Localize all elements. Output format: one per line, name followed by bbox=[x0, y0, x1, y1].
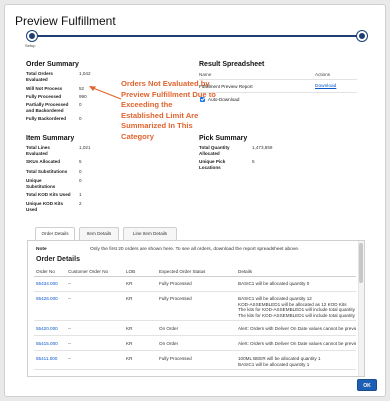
expected-status: Fully Processed bbox=[159, 356, 192, 361]
table-row: 55415.000 -- KR On Order Alert: Orders w… bbox=[34, 337, 356, 351]
col-lob[interactable]: LOB bbox=[126, 269, 135, 274]
dialog-title: Preview Fulfillment bbox=[15, 14, 116, 28]
order-details-heading: Order Details bbox=[36, 256, 80, 263]
details-text: BASIC1 will be allocated quantity 12 KOD… bbox=[238, 296, 355, 318]
order-details-panel: Note Only the first 20 orders are shown … bbox=[27, 240, 365, 377]
order-no-link[interactable]: 55426.000 bbox=[36, 296, 58, 302]
step-setup-label: Setup bbox=[25, 43, 36, 48]
ok-button[interactable]: OK bbox=[357, 379, 377, 391]
step-setup-dot[interactable] bbox=[27, 31, 37, 41]
unique-kod-kits-label: Unique KOD Kits Used bbox=[26, 201, 64, 212]
details-text: Alert: Orders with Deliver On Date value… bbox=[238, 341, 356, 346]
lob: KR bbox=[126, 356, 133, 361]
auto-download-label: Auto-Download bbox=[208, 97, 240, 102]
lob: KR bbox=[126, 326, 133, 331]
tab-line-item-details[interactable]: Line Item Details bbox=[123, 227, 177, 240]
total-orders-evaluated-value: 1,042 bbox=[79, 71, 91, 76]
note-text: Only the first 20 orders are shown here.… bbox=[90, 247, 300, 252]
result-spreadsheet-heading: Result Spreadsheet bbox=[199, 61, 265, 68]
total-quantity-allocated-label: Total Quantity Allocated bbox=[199, 145, 230, 156]
scrollbar-thumb[interactable] bbox=[359, 243, 363, 283]
download-link[interactable]: Download bbox=[315, 84, 336, 89]
note-label: Note bbox=[36, 247, 47, 252]
details-tabs: Order Details Item Details Line Item Det… bbox=[27, 227, 367, 377]
total-lines-evaluated-label: Total Lines Evaluated bbox=[26, 145, 50, 156]
order-no-link[interactable]: 55434.000 bbox=[36, 281, 58, 287]
col-expected-status[interactable]: Expected Order Status bbox=[159, 269, 205, 274]
table-row: 55411.000 -- KR Fully Processed 100ML BE… bbox=[34, 352, 356, 370]
total-substitutions-label: Total Substitutions bbox=[26, 169, 68, 174]
step-final-dot[interactable] bbox=[357, 31, 367, 41]
tab-item-details[interactable]: Item Details bbox=[79, 227, 119, 240]
table-row: 55420.000 -- KR On Order Alert: Orders w… bbox=[34, 322, 356, 336]
lob: KR bbox=[126, 281, 133, 286]
auto-download-checkbox[interactable] bbox=[200, 97, 205, 102]
unique-pick-locations-label: Unique Pick Locations bbox=[199, 159, 226, 170]
fully-processed-label: Fully Processed bbox=[26, 94, 62, 99]
col-order-no[interactable]: Order No bbox=[36, 269, 55, 274]
skus-allocated-label: SKUs Allocated bbox=[26, 159, 61, 164]
fully-backordered-label: Fully Backordered bbox=[26, 116, 67, 121]
order-summary-heading: Order Summary bbox=[26, 61, 79, 68]
item-summary-heading: Item Summary bbox=[26, 135, 75, 142]
spreadsheet-actions-column: Actions bbox=[315, 72, 331, 77]
total-lines-evaluated-value: 1,021 bbox=[79, 145, 91, 150]
spreadsheet-file-name: Fulfillment Preview Report bbox=[199, 84, 253, 89]
customer-order-no: -- bbox=[68, 356, 72, 361]
details-text: BASIC1 will be allocated quantity 0 bbox=[238, 281, 310, 286]
spreadsheet-row-divider bbox=[199, 92, 357, 93]
col-customer-order-no[interactable]: Customer Order No bbox=[68, 269, 108, 274]
stepper-line bbox=[31, 35, 363, 37]
unique-pick-locations-value: 5 bbox=[252, 159, 255, 164]
pick-summary-heading: Pick Summary bbox=[199, 135, 248, 142]
expected-status: On Order bbox=[159, 341, 179, 346]
fully-backordered-value: 0 bbox=[79, 116, 82, 121]
will-not-process-label: Will Not Process bbox=[26, 86, 63, 91]
lob: KR bbox=[126, 296, 133, 301]
unique-substitutions-value: 0 bbox=[79, 178, 82, 183]
customer-order-no: -- bbox=[68, 281, 72, 286]
skus-allocated-value: 5 bbox=[79, 159, 82, 164]
details-text: 100ML BEER will be allocated quantity 1 … bbox=[238, 356, 321, 367]
order-no-link[interactable]: 55420.000 bbox=[36, 326, 58, 332]
col-details[interactable]: Details bbox=[238, 269, 252, 274]
unique-substitutions-label: Unique Substitutions bbox=[26, 178, 56, 189]
total-quantity-allocated-value: 1,473,859 bbox=[252, 145, 273, 150]
customer-order-no: -- bbox=[68, 296, 72, 301]
total-kod-kits-value: 1 bbox=[79, 192, 82, 197]
order-no-link[interactable]: 55411.000 bbox=[36, 356, 57, 362]
partially-processed-label: Partially Processed and Backordered bbox=[26, 102, 69, 113]
will-not-process-value: 52 bbox=[79, 86, 85, 91]
total-orders-evaluated-label: Total Orders Evaluated bbox=[26, 71, 53, 82]
total-substitutions-value: 0 bbox=[79, 169, 82, 174]
customer-order-no: -- bbox=[68, 326, 72, 331]
total-kod-kits-label: Total KOD Kits Used bbox=[26, 192, 71, 197]
customer-order-no: -- bbox=[68, 341, 72, 346]
expected-status: On Order bbox=[159, 326, 179, 331]
panel-scrollbar[interactable] bbox=[358, 241, 364, 376]
partially-processed-value: 0 bbox=[79, 102, 82, 107]
spreadsheet-header-divider bbox=[199, 79, 357, 80]
spreadsheet-name-column: Name bbox=[199, 72, 212, 77]
table-row: 55434.000 -- KR Fully Processed BASIC1 w… bbox=[34, 277, 356, 292]
tab-order-details[interactable]: Order Details bbox=[35, 227, 75, 241]
expected-status: Fully Processed bbox=[159, 281, 192, 286]
table-row: 55426.000 -- KR Fully Processed BASIC1 w… bbox=[34, 293, 356, 321]
fully-processed-value: 990 bbox=[79, 94, 87, 99]
order-no-link[interactable]: 55415.000 bbox=[36, 341, 58, 347]
unique-kod-kits-value: 2 bbox=[79, 201, 82, 206]
lob: KR bbox=[126, 341, 133, 346]
progress-stepper: Setup bbox=[25, 31, 367, 51]
preview-fulfillment-dialog: Preview Fulfillment Setup Order Summary … bbox=[4, 4, 386, 397]
expected-status: Fully Processed bbox=[159, 296, 192, 301]
annotation-arrow-icon bbox=[89, 86, 122, 100]
details-text: Alert: Orders with Deliver On Date value… bbox=[238, 326, 356, 331]
